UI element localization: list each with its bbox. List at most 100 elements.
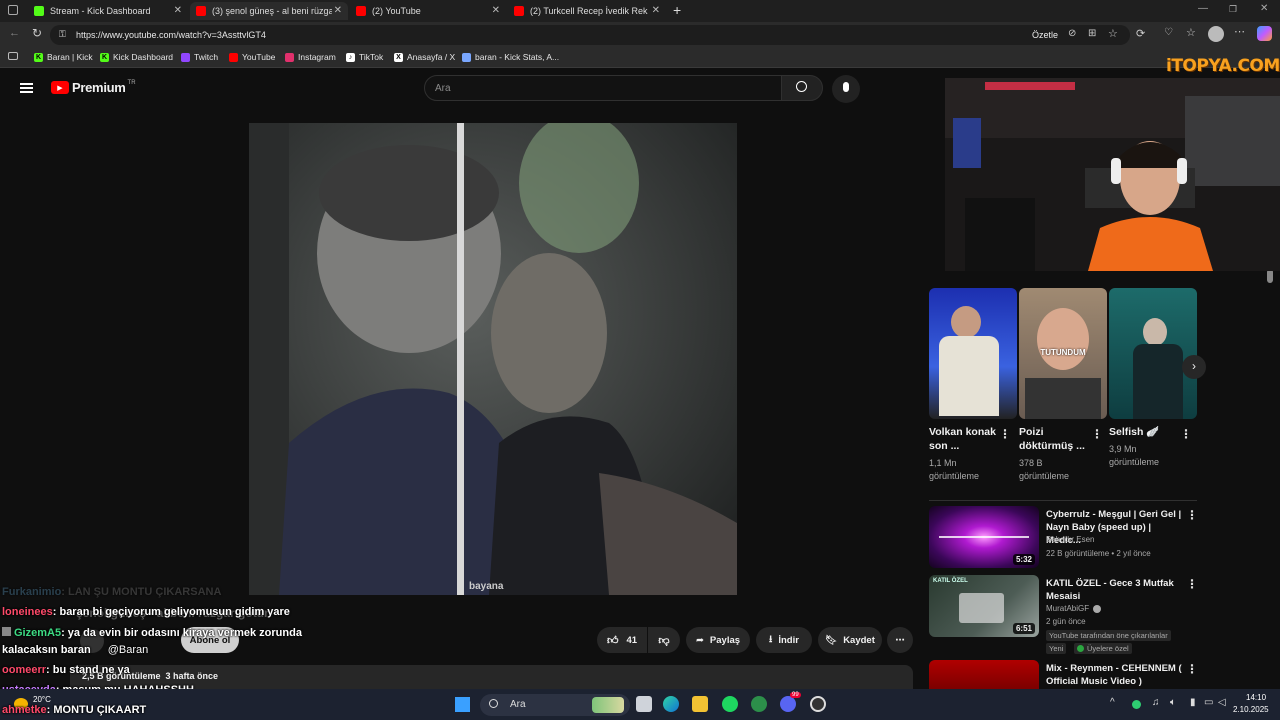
chat-text: : bu stand ne ya (46, 664, 130, 676)
thumbnail-text: KATIL ÖZEL (933, 578, 968, 584)
network-icon[interactable]: ▭ (1204, 697, 1213, 708)
recommended-video[interactable]: Mix - Reynmen - CEHENNEM ( Official Musi… (929, 660, 1197, 689)
hamburger-menu-icon[interactable] (20, 83, 33, 93)
clock-time[interactable]: 14:10 (1246, 693, 1266, 702)
kick-icon: K (100, 52, 109, 62)
more-actions-button[interactable]: ⋯ (887, 627, 913, 653)
volume-icon[interactable]: 🔈︎ (1170, 697, 1176, 708)
video-more-icon[interactable]: ⋮ (1186, 508, 1198, 522)
close-tab-icon[interactable]: ✕ (334, 5, 342, 16)
page-scrollbar[interactable] (1267, 269, 1273, 283)
translate-icon[interactable]: ⊘ (1068, 28, 1076, 39)
tab-youtube-home[interactable]: (2) YouTube ✕ (350, 2, 506, 20)
site-info-icon[interactable]: ⚿ (59, 29, 66, 40)
app-icon[interactable]: ⊞ (1088, 28, 1096, 39)
edge-icon[interactable] (663, 696, 679, 712)
speaker-icon[interactable]: ◁ (1218, 697, 1226, 708)
windows-start-icon[interactable] (455, 697, 470, 712)
like-button[interactable]: 👍︎ 41 (597, 627, 647, 653)
youtube-logo[interactable]: ▶ Premium TR (51, 80, 136, 95)
search-icon (489, 699, 498, 708)
spotify-icon[interactable] (722, 696, 738, 712)
save-button[interactable]: 🔖︎ Kaydet (818, 627, 882, 653)
bookmark-instagram[interactable]: Instagram (285, 52, 336, 62)
webcam-overlay (945, 78, 1280, 271)
short-card[interactable]: Volkan konak son ... 1,1 Mn görüntüleme (929, 288, 1017, 483)
copilot-icon[interactable] (1257, 26, 1272, 41)
chat-badge-icon (2, 627, 11, 636)
verified-icon (1093, 604, 1102, 613)
tab-turkcell-ad[interactable]: (2) Turkcell Recep İvedik Reklam ✕ (508, 2, 666, 20)
video-player[interactable]: bayana (249, 123, 737, 595)
show-hidden-icons[interactable]: ^ (1110, 697, 1115, 708)
close-window-button[interactable]: ✕ (1260, 3, 1268, 14)
tab-youtube-video[interactable]: (3) şenol güneş - al beni rüzgar g ✕ (190, 2, 348, 20)
browser-essentials-icon[interactable]: ♡ (1164, 27, 1173, 38)
share-button[interactable]: ➦ Paylaş (686, 627, 750, 653)
obs-icon[interactable] (810, 696, 826, 712)
bookmark-twitch[interactable]: Twitch (181, 52, 218, 62)
extensions-icon[interactable]: ⟳ (1136, 27, 1145, 40)
restore-button[interactable]: ❐ (1229, 4, 1237, 15)
taskbar-search[interactable]: Ara (480, 694, 630, 716)
recommended-video[interactable]: 5:32 Cyberrulz - Meşgul | Geri Gel | Nay… (929, 506, 1198, 581)
short-more-icon[interactable]: ⋮ (999, 427, 1011, 441)
dislike-button[interactable]: 👎︎ (648, 627, 680, 653)
video-more-icon[interactable]: ⋮ (1186, 577, 1198, 591)
recommended-video[interactable]: KATIL ÖZEL 6:51 KATIL ÖZEL - Gece 3 Mutf… (929, 575, 1198, 657)
headset-icon[interactable]: ♫ (1152, 697, 1160, 708)
profile-avatar[interactable] (1208, 26, 1224, 42)
search-input[interactable]: Ara (424, 75, 782, 101)
weather-temp[interactable]: 20°C (33, 695, 51, 704)
bookmark-x[interactable]: X Anasayfa / X (394, 52, 455, 62)
clock-date[interactable]: 2.10.2025 (1233, 705, 1269, 714)
discord-icon[interactable] (780, 696, 796, 712)
download-button[interactable]: ⭳ İndir (756, 627, 812, 653)
status-dot-icon[interactable] (1132, 700, 1141, 709)
twitch-icon (181, 52, 190, 62)
task-view-icon[interactable] (636, 696, 652, 712)
search-icon (796, 81, 807, 92)
short-views: 378 B görüntüleme (1019, 458, 1070, 481)
video-more-icon[interactable]: ⋮ (1186, 662, 1197, 676)
short-more-icon[interactable]: ⋮ (1091, 427, 1103, 441)
region-label: TR (127, 79, 136, 86)
more-menu-icon[interactable]: ⋯ (1234, 25, 1245, 38)
premium-label: Premium (72, 80, 126, 95)
tab-actions-icon[interactable] (8, 5, 18, 15)
sidebar-toggle-icon[interactable] (8, 52, 18, 60)
bookmark-baran-kick[interactable]: K Baran | Kick (34, 52, 93, 62)
reload-icon[interactable]: ↻ (32, 26, 42, 40)
microphone-icon[interactable]: ▮ (1190, 697, 1196, 708)
short-views: 3,9 Mn görüntüleme (1109, 444, 1160, 467)
new-tab-button[interactable]: + (673, 2, 681, 18)
xbox-app-icon[interactable] (751, 696, 767, 712)
short-card[interactable]: Selfish 🪽 3,9 Mn görüntüleme (1109, 288, 1197, 469)
close-tab-icon[interactable]: ✕ (492, 5, 500, 16)
bookmark-kick-stats[interactable]: baran - Kick Stats, A... (462, 52, 559, 62)
tab-kick-dashboard[interactable]: Stream - Kick Dashboard ✕ (28, 2, 188, 20)
file-explorer-icon[interactable] (692, 696, 708, 712)
chat-text: : MONTU ÇIKAART (46, 704, 147, 716)
url-field[interactable]: ⚿ https://www.youtube.com/watch?v=3Asstt… (50, 25, 1130, 45)
tab-title: (2) Turkcell Recep İvedik Reklam (530, 6, 648, 16)
favorites-icon[interactable]: ☆ (1186, 26, 1196, 39)
short-more-icon[interactable]: ⋮ (1180, 427, 1192, 441)
video-thumbnail (929, 660, 1039, 689)
back-icon[interactable]: ← (9, 27, 20, 39)
bookmark-youtube[interactable]: YouTube (229, 52, 275, 62)
description-box[interactable]: 2,5 B görüntüleme 3 hafta önce (70, 665, 913, 689)
close-tab-icon[interactable]: ✕ (652, 5, 660, 16)
windows-taskbar: 20°C Ara 99 ^ ♫ 🔈︎ ▮ ▭ ◁ 14:10 2.10.2025 (0, 689, 1280, 720)
shorts-next-button[interactable]: › (1182, 355, 1206, 379)
notification-badge: 99 (790, 692, 801, 698)
bookmark-tiktok[interactable]: ♪ TikTok (346, 52, 383, 62)
search-button[interactable] (781, 75, 823, 101)
summarize-button[interactable]: Özetle (1032, 30, 1058, 40)
favorite-star-icon[interactable]: ☆ (1108, 27, 1118, 40)
bookmark-kick-dashboard[interactable]: K Kick Dashboard (100, 52, 173, 62)
short-card[interactable]: TUTUNDUM Poizi döktürmüş ... 378 B görün… (1019, 288, 1107, 483)
minimize-button[interactable]: — (1198, 3, 1208, 14)
voice-search-button[interactable] (832, 75, 860, 103)
close-tab-icon[interactable]: ✕ (174, 5, 182, 16)
